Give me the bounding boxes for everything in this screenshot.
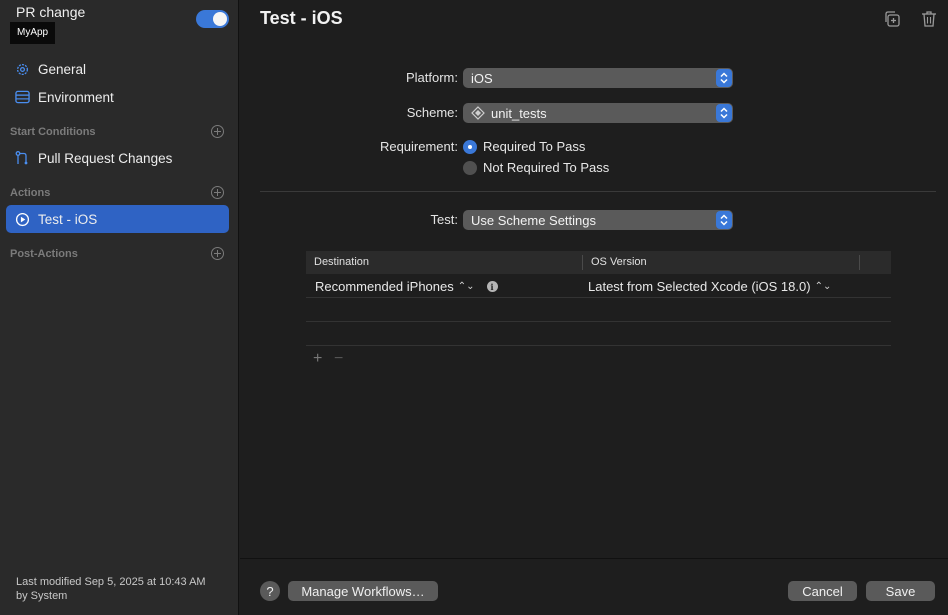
- sidebar-item-label: Pull Request Changes: [38, 150, 173, 166]
- save-button[interactable]: Save: [866, 581, 935, 601]
- test-icon: [14, 211, 30, 227]
- last-modified-text: Last modified Sep 5, 2025 at 10:43 AM: [16, 576, 206, 588]
- chevron-updown-icon: ⌃⌄: [814, 281, 832, 292]
- section-title: Actions: [10, 186, 51, 199]
- sidebar-item-test-ios[interactable]: Test - iOS: [6, 205, 229, 233]
- main-panel: Test - iOS Platform: iOS Scheme: unit_te…: [240, 0, 948, 615]
- radio-not-required-to-pass[interactable]: Not Required To Pass: [463, 160, 609, 175]
- sidebar: PR change MyApp General Environment Star…: [0, 0, 239, 615]
- add-action-icon[interactable]: [211, 186, 224, 199]
- section-title: Post-Actions: [10, 247, 78, 260]
- start-conditions-header: Start Conditions: [10, 125, 224, 138]
- workflow-enabled-toggle[interactable]: [196, 10, 229, 28]
- scheme-popup[interactable]: unit_tests: [463, 103, 733, 123]
- duplicate-icon[interactable]: [882, 9, 902, 29]
- sidebar-item-general[interactable]: General: [6, 55, 229, 83]
- sidebar-item-environment[interactable]: Environment: [6, 83, 229, 111]
- chevron-updown-icon: [716, 211, 732, 229]
- post-actions-header: Post-Actions: [10, 247, 224, 260]
- product-badge: MyApp: [10, 22, 56, 44]
- table-row-empty: [306, 298, 891, 322]
- os-version-value: Latest from Selected Xcode (iOS 18.0): [588, 279, 811, 294]
- trash-icon[interactable]: [919, 9, 939, 29]
- chevron-updown-icon: [716, 69, 732, 87]
- last-modified-info: Last modified Sep 5, 2025 at 10:43 AM by…: [16, 575, 206, 603]
- radio-label: Required To Pass: [483, 139, 586, 154]
- scheme-label: Scheme:: [406, 105, 458, 120]
- table-row-empty: [306, 322, 891, 346]
- manage-workflows-button[interactable]: Manage Workflows…: [288, 581, 438, 601]
- chevron-updown-icon: [716, 104, 732, 122]
- sidebar-item-pull-request-changes[interactable]: Pull Request Changes: [6, 144, 229, 172]
- modified-by-text: by System: [16, 590, 68, 602]
- table-row[interactable]: Recommended iPhones ⌃⌄ i Latest from Sel…: [306, 274, 891, 298]
- actions-header: Actions: [10, 186, 224, 199]
- scheme-icon: [471, 106, 485, 120]
- test-value: Use Scheme Settings: [471, 212, 597, 228]
- remove-destination-button[interactable]: −: [334, 350, 343, 368]
- test-label: Test:: [430, 212, 458, 227]
- cancel-button[interactable]: Cancel: [788, 581, 857, 601]
- help-button[interactable]: ?: [260, 581, 280, 601]
- requirement-label: Requirement:: [379, 139, 458, 154]
- workflow-name: PR change: [16, 4, 86, 20]
- platform-value: iOS: [471, 70, 493, 86]
- column-header-destination[interactable]: Destination: [314, 256, 369, 268]
- section-divider: [260, 191, 936, 192]
- radio-selected-icon: [463, 139, 477, 154]
- page-title: Test - iOS: [260, 8, 343, 28]
- destination-value: Recommended iPhones: [315, 279, 454, 294]
- info-icon[interactable]: i: [486, 281, 498, 292]
- footer-divider: [240, 558, 948, 559]
- add-start-condition-icon[interactable]: [211, 125, 224, 138]
- toggle-knob: [213, 12, 227, 26]
- radio-label: Not Required To Pass: [483, 160, 610, 175]
- column-header-os-version[interactable]: OS Version: [591, 256, 647, 268]
- chevron-updown-icon: ⌃⌄: [457, 281, 475, 292]
- branch-icon: [14, 150, 30, 166]
- sidebar-item-label: General: [38, 61, 87, 77]
- add-post-action-icon[interactable]: [211, 247, 224, 260]
- add-destination-button[interactable]: +: [313, 350, 322, 368]
- destination-cell[interactable]: Recommended iPhones ⌃⌄ i: [315, 279, 498, 294]
- environment-icon: [14, 89, 30, 105]
- test-popup[interactable]: Use Scheme Settings: [463, 210, 733, 230]
- destinations-table: Destination OS Version Recommended iPhon…: [306, 251, 891, 346]
- platform-popup[interactable]: iOS: [463, 68, 733, 88]
- scheme-value: unit_tests: [491, 105, 547, 121]
- os-version-cell[interactable]: Latest from Selected Xcode (iOS 18.0) ⌃⌄: [588, 279, 831, 294]
- column-separator: [859, 255, 860, 270]
- radio-unselected-icon: [463, 160, 477, 175]
- radio-required-to-pass[interactable]: Required To Pass: [463, 139, 585, 154]
- sidebar-item-label: Test - iOS: [38, 211, 98, 227]
- gear-icon: [14, 61, 30, 77]
- sidebar-item-label: Environment: [38, 89, 114, 105]
- section-title: Start Conditions: [10, 125, 96, 138]
- column-separator: [582, 255, 583, 270]
- table-header: Destination OS Version: [306, 251, 891, 274]
- platform-label: Platform:: [405, 70, 458, 85]
